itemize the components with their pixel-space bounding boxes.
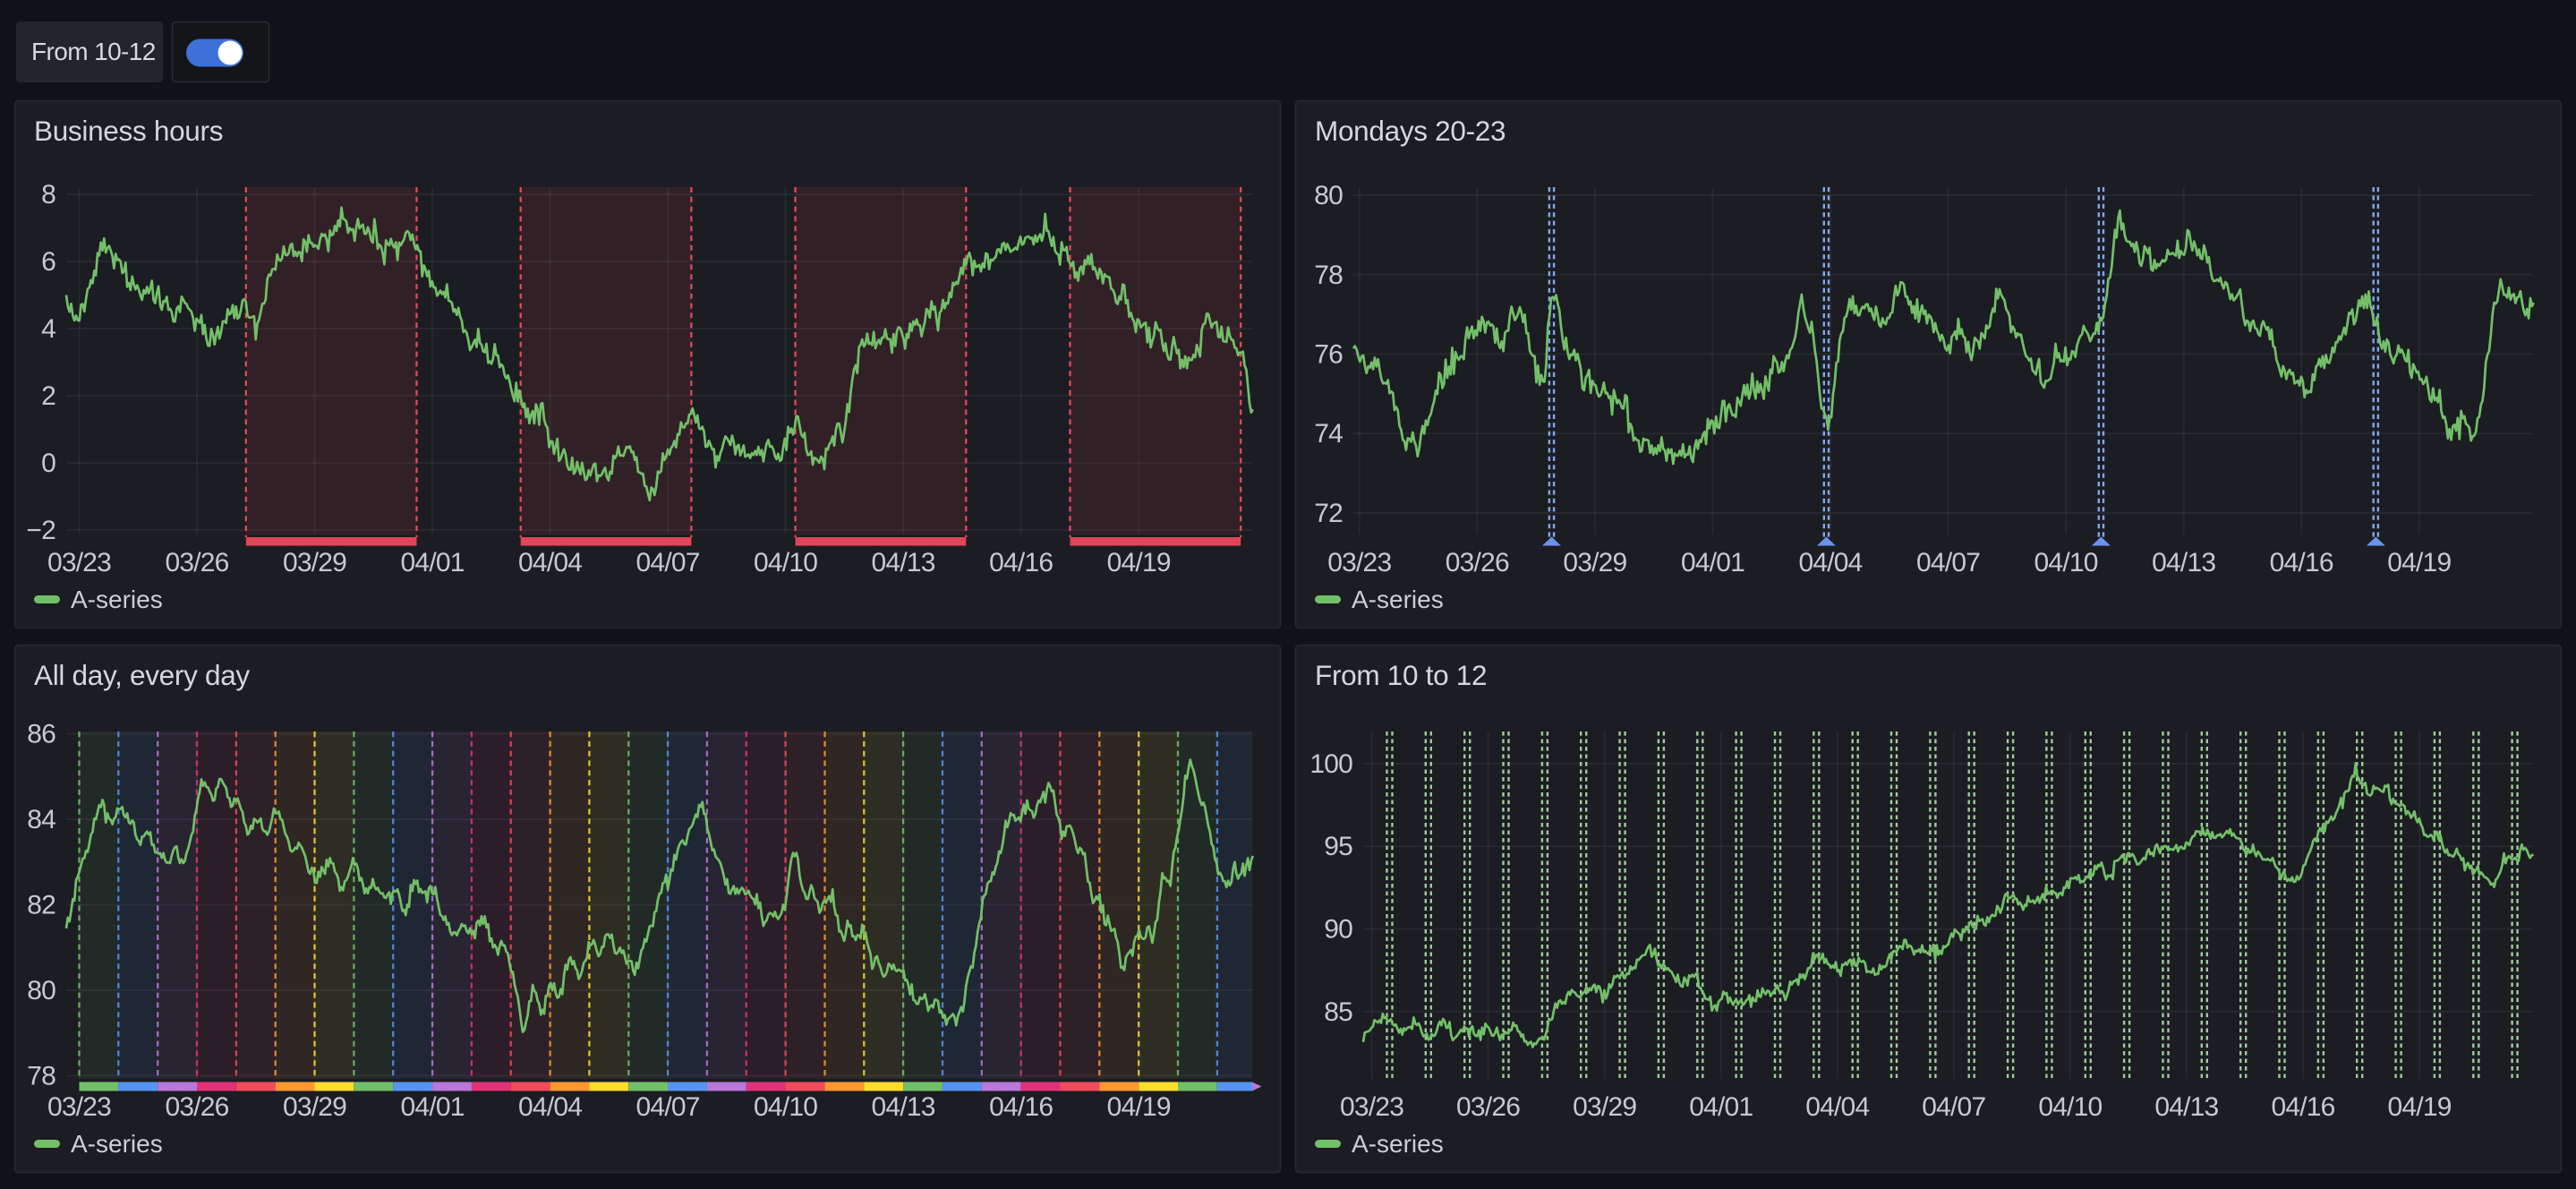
svg-text:04/04: 04/04 (1805, 1092, 1869, 1122)
svg-text:72: 72 (1314, 499, 1343, 528)
svg-text:82: 82 (27, 891, 55, 920)
svg-text:84: 84 (27, 805, 55, 834)
svg-text:04/19: 04/19 (2387, 548, 2451, 577)
svg-text:95: 95 (1324, 832, 1352, 861)
svg-text:4: 4 (41, 314, 55, 344)
svg-text:78: 78 (1314, 261, 1343, 290)
svg-text:04/07: 04/07 (1916, 548, 1980, 577)
svg-text:03/23: 03/23 (1340, 1092, 1403, 1122)
svg-text:Business hours: Business hours (34, 115, 223, 147)
svg-text:85: 85 (1324, 997, 1352, 1027)
svg-text:04/04: 04/04 (518, 1092, 582, 1122)
svg-text:04/13: 04/13 (2154, 1092, 2218, 1122)
svg-text:04/16: 04/16 (2270, 548, 2333, 577)
svg-text:6: 6 (41, 247, 55, 277)
svg-text:A-series: A-series (1352, 1130, 1444, 1158)
svg-text:Mondays 20-23: Mondays 20-23 (1315, 115, 1506, 147)
svg-text:04/16: 04/16 (989, 548, 1053, 577)
svg-text:From 10-12: From 10-12 (31, 38, 156, 65)
svg-text:03/23: 03/23 (1327, 548, 1391, 577)
svg-text:04/10: 04/10 (754, 548, 817, 577)
svg-text:03/29: 03/29 (283, 1092, 346, 1122)
svg-text:90: 90 (1324, 915, 1352, 945)
svg-text:03/26: 03/26 (165, 1092, 228, 1122)
svg-text:03/29: 03/29 (283, 548, 346, 577)
svg-text:04/04: 04/04 (518, 548, 582, 577)
svg-text:04/19: 04/19 (2388, 1092, 2452, 1122)
svg-text:03/26: 03/26 (1446, 548, 1509, 577)
svg-text:100: 100 (1309, 749, 1352, 779)
svg-text:03/23: 03/23 (47, 1092, 111, 1122)
svg-text:03/26: 03/26 (1456, 1092, 1520, 1122)
svg-text:04/01: 04/01 (1689, 1092, 1753, 1122)
svg-text:04/13: 04/13 (872, 1092, 935, 1122)
svg-text:A-series: A-series (1352, 586, 1444, 613)
svg-text:04/04: 04/04 (1798, 548, 1862, 577)
svg-text:04/19: 04/19 (1107, 548, 1171, 577)
svg-text:74: 74 (1314, 419, 1343, 449)
svg-text:04/01: 04/01 (401, 548, 465, 577)
svg-text:78: 78 (27, 1062, 55, 1091)
svg-text:From 10 to 12: From 10 to 12 (1315, 659, 1487, 691)
svg-text:04/13: 04/13 (872, 548, 935, 577)
svg-text:03/29: 03/29 (1563, 548, 1626, 577)
svg-text:04/01: 04/01 (1681, 548, 1744, 577)
svg-text:76: 76 (1314, 340, 1343, 370)
svg-text:86: 86 (27, 720, 55, 749)
svg-text:All day, every day: All day, every day (34, 659, 250, 691)
svg-text:80: 80 (1314, 181, 1343, 210)
svg-text:04/07: 04/07 (636, 548, 700, 577)
svg-text:04/10: 04/10 (2034, 548, 2098, 577)
svg-text:A-series: A-series (71, 1130, 163, 1158)
svg-text:03/26: 03/26 (165, 548, 228, 577)
svg-text:2: 2 (41, 381, 55, 411)
svg-text:04/13: 04/13 (2152, 548, 2215, 577)
svg-text:04/16: 04/16 (989, 1092, 1053, 1122)
svg-text:04/16: 04/16 (2271, 1092, 2334, 1122)
svg-text:03/29: 03/29 (1573, 1092, 1636, 1122)
svg-text:04/10: 04/10 (2038, 1092, 2102, 1122)
svg-text:04/07: 04/07 (1922, 1092, 1985, 1122)
svg-text:8: 8 (41, 180, 55, 210)
svg-text:03/23: 03/23 (47, 548, 111, 577)
svg-text:−2: −2 (26, 516, 55, 545)
svg-text:A-series: A-series (71, 586, 163, 613)
svg-text:04/01: 04/01 (401, 1092, 465, 1122)
svg-text:04/19: 04/19 (1107, 1092, 1171, 1122)
svg-text:80: 80 (27, 976, 55, 1005)
svg-text:0: 0 (41, 449, 55, 478)
svg-text:04/10: 04/10 (754, 1092, 817, 1122)
svg-text:04/07: 04/07 (636, 1092, 700, 1122)
